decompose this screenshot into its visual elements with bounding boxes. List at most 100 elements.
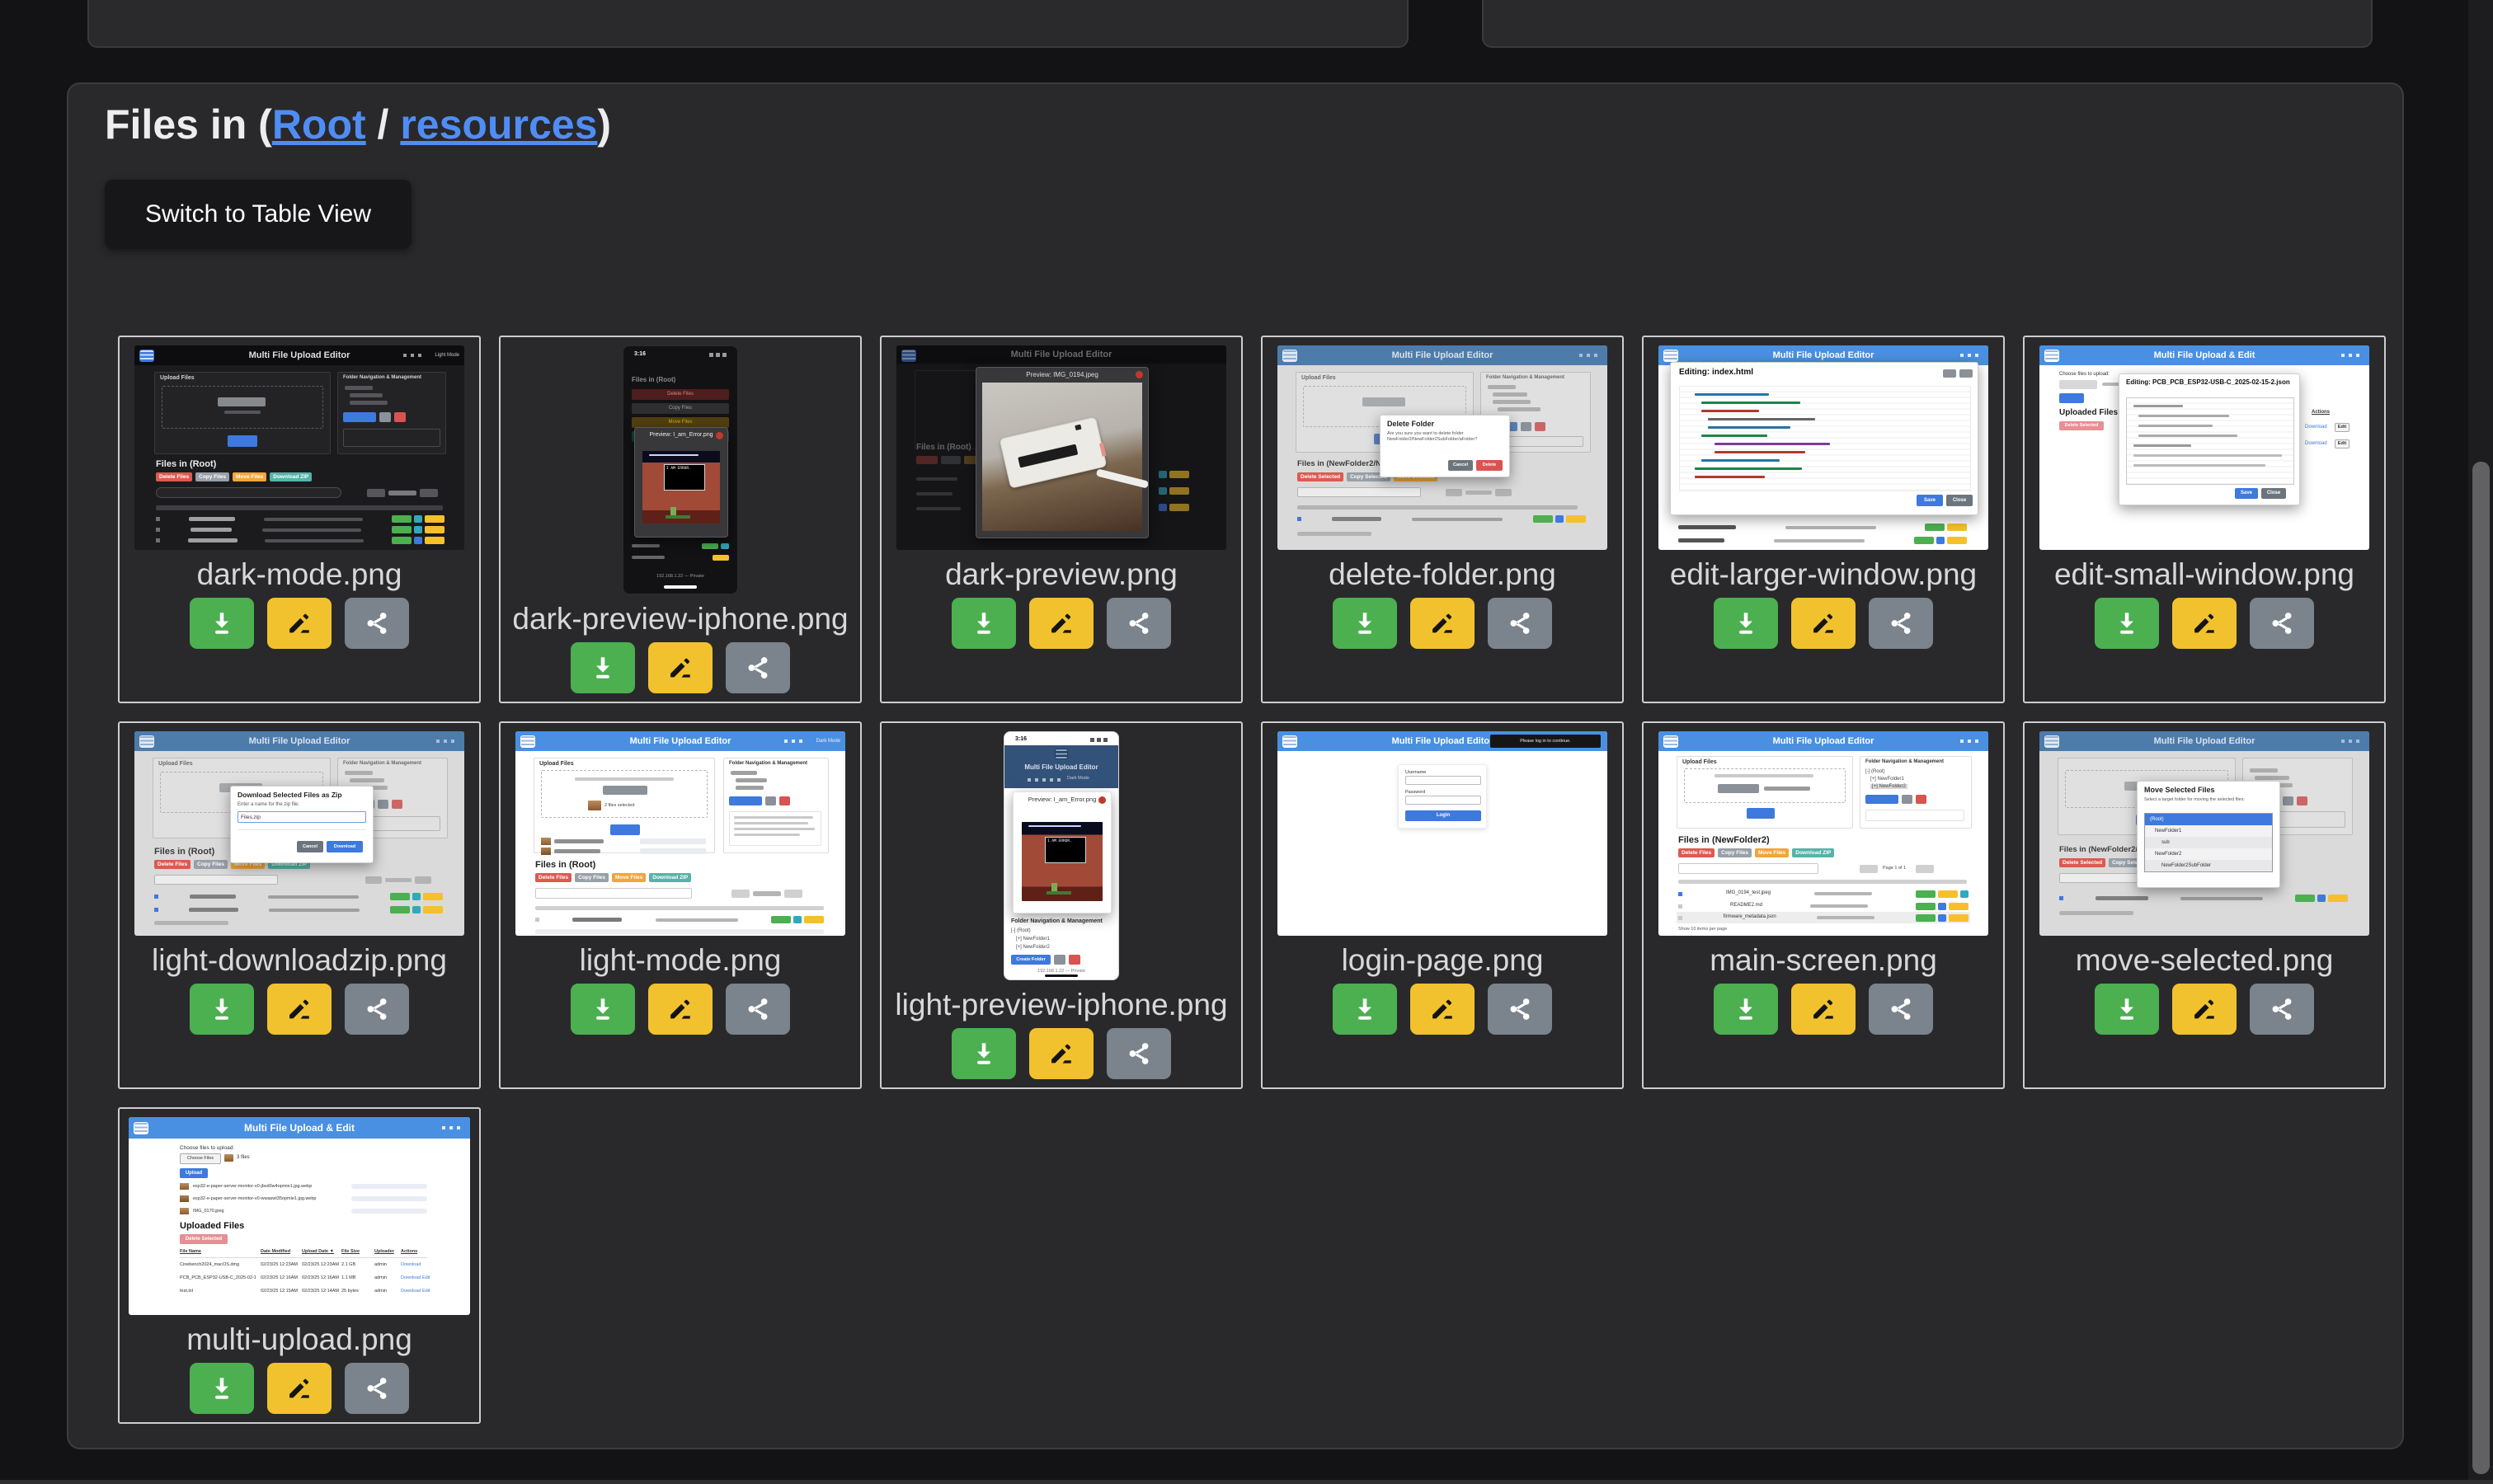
edit-button[interactable] xyxy=(2172,984,2237,1035)
mini-header: Multi File Upload Editor xyxy=(134,731,464,751)
file-thumbnail[interactable]: Multi File Upload Editor Dark Mode Uploa… xyxy=(515,731,845,936)
file-card: Multi File Upload Editor xyxy=(2023,721,2386,1089)
file-thumbnail[interactable]: Multi File Upload Editor Files in (Root)… xyxy=(896,345,1226,550)
edit-button[interactable] xyxy=(1410,984,1475,1035)
download-button[interactable] xyxy=(2095,984,2159,1035)
share-button[interactable] xyxy=(2250,984,2314,1035)
download-button[interactable] xyxy=(1714,598,1778,649)
file-thumbnail[interactable]: Multi File Upload Editor Upload Files Fo… xyxy=(1658,731,1988,936)
share-button[interactable] xyxy=(1488,598,1552,649)
download-button[interactable] xyxy=(1714,984,1778,1035)
file-thumbnail[interactable]: Multi File Upload Editor xyxy=(2039,731,2369,936)
download-icon xyxy=(970,609,998,637)
edit-button[interactable] xyxy=(1029,598,1094,649)
file-thumbnail[interactable]: Multi File Upload & Edit Choose files to… xyxy=(129,1117,470,1315)
breadcrumb-root-link[interactable]: Root xyxy=(272,101,366,148)
download-button[interactable] xyxy=(1333,598,1397,649)
panel-title: Folder Navigation & Management xyxy=(1865,759,1944,764)
decor xyxy=(1446,489,1462,496)
table-row: IMG_0194_test.jpeg xyxy=(1678,890,1969,898)
share-button[interactable] xyxy=(1107,1028,1171,1079)
edit-button[interactable] xyxy=(1791,984,1856,1035)
mode-toggle-label: Dark Mode xyxy=(1067,776,1089,782)
edit-icon xyxy=(666,654,694,682)
file-thumbnail[interactable]: Multi File Upload Editor Please log in t… xyxy=(1277,731,1607,936)
decor xyxy=(753,891,781,896)
share-button[interactable] xyxy=(345,984,409,1035)
mini-pill: Copy Files xyxy=(195,472,229,481)
share-button[interactable] xyxy=(1107,598,1171,649)
upload-button xyxy=(1747,808,1775,819)
edit-button[interactable] xyxy=(1029,1028,1094,1079)
file-thumbnail[interactable]: Multi File Upload Editor Upload Files Fo… xyxy=(1277,345,1607,550)
upload-panel: Upload Files 2 files selected xyxy=(534,758,715,853)
share-button[interactable] xyxy=(1488,984,1552,1035)
edit-button[interactable] xyxy=(267,984,332,1035)
header-icons xyxy=(1579,354,1601,357)
photo-chip xyxy=(180,1208,189,1214)
password-label: Password xyxy=(1405,790,1425,796)
edit-button[interactable] xyxy=(648,642,713,693)
share-button[interactable] xyxy=(1869,598,1933,649)
delete-folder-button xyxy=(394,412,406,422)
share-button[interactable] xyxy=(345,1363,409,1414)
file-name: multi-upload.png xyxy=(186,1323,412,1356)
edit-button[interactable] xyxy=(267,1363,332,1414)
download-button[interactable] xyxy=(190,598,254,649)
switch-table-view-button[interactable]: Switch to Table View xyxy=(105,180,412,249)
decor xyxy=(731,771,757,775)
download-button[interactable] xyxy=(571,984,635,1035)
download-button[interactable] xyxy=(190,1363,254,1414)
edit-button[interactable] xyxy=(267,598,332,649)
mini-section-heading: Files in (NewFolder2) xyxy=(1678,835,1770,846)
modal-title: Download Selected Files as Zip xyxy=(238,791,342,799)
save-button: Save xyxy=(1917,495,1943,506)
breadcrumb-current-link[interactable]: resources xyxy=(400,101,597,148)
file-thumbnail[interactable]: Multi File Upload Editor Upload Files Fo… xyxy=(134,731,464,936)
preview-modal: Preview: I_am_Error.png I AM ERROR. xyxy=(634,427,728,538)
edit-button[interactable] xyxy=(2172,598,2237,649)
download-button[interactable] xyxy=(190,984,254,1035)
decor xyxy=(2133,454,2282,457)
scrollbar-thumb[interactable] xyxy=(2472,462,2490,1474)
share-button[interactable] xyxy=(726,984,790,1035)
download-button[interactable] xyxy=(2095,598,2159,649)
rename-folder-button xyxy=(1902,795,1912,804)
download-button[interactable] xyxy=(952,1028,1016,1079)
tree-item-selected: [+] NewFolder2 xyxy=(1870,784,1907,789)
share-button[interactable] xyxy=(345,598,409,649)
download-button[interactable] xyxy=(952,598,1016,649)
share-icon xyxy=(1506,995,1534,1023)
file-thumbnail[interactable]: Multi File Upload & Edit Choose files to… xyxy=(2039,345,2369,550)
table-row xyxy=(2059,895,2348,902)
edit-button[interactable] xyxy=(1791,598,1856,649)
decor xyxy=(2133,464,2265,467)
decor xyxy=(1297,505,1578,510)
share-button[interactable] xyxy=(1869,984,1933,1035)
share-button[interactable] xyxy=(2250,598,2314,649)
column-header: File Size xyxy=(341,1249,360,1255)
share-icon xyxy=(744,654,772,682)
mini-header: Multi File Upload Editor Dark Mode xyxy=(515,731,845,751)
decor xyxy=(670,507,676,515)
decor xyxy=(1018,444,1078,468)
file-card: Multi File Upload Editor Light Mode Uplo… xyxy=(118,336,481,703)
upload-row-name: IMG_0170.jpeg xyxy=(193,1209,224,1214)
edit-button[interactable] xyxy=(1410,598,1475,649)
file-thumbnail[interactable]: 3:16 Files in (Root) Delete Files Copy F… xyxy=(623,345,738,594)
file-actions xyxy=(190,1363,409,1414)
mode-toggle-label: Light Mode xyxy=(435,353,459,359)
download-button[interactable] xyxy=(1333,984,1397,1035)
download-button[interactable] xyxy=(571,642,635,693)
header-icons xyxy=(2341,354,2363,357)
search-box xyxy=(154,875,278,885)
username-input xyxy=(1405,776,1481,785)
file-thumbnail[interactable]: Multi File Upload Editor Light Mode Uplo… xyxy=(134,345,464,550)
decor xyxy=(350,393,383,397)
edit-icon xyxy=(285,609,313,637)
folder-panel: Folder Navigation & Management xyxy=(337,372,446,454)
share-button[interactable] xyxy=(726,642,790,693)
file-thumbnail[interactable]: Multi File Upload Editor Editing: index.… xyxy=(1658,345,1988,550)
file-thumbnail[interactable]: 3:16 Multi File Upload Editor Dark Mode … xyxy=(1004,731,1119,980)
edit-button[interactable] xyxy=(648,984,713,1035)
